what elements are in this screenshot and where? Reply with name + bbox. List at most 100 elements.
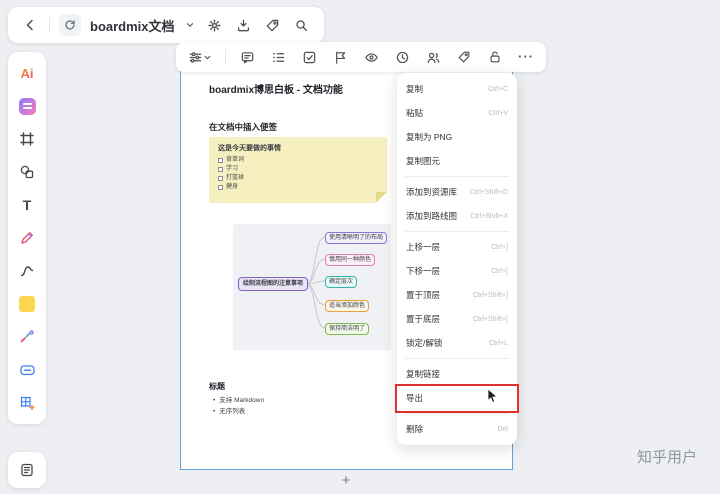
- text-tool[interactable]: T: [15, 193, 39, 217]
- pen-icon: [21, 232, 33, 244]
- tag-icon: [458, 51, 470, 63]
- task-item[interactable]: 背单词: [218, 156, 378, 165]
- header-bar: boardmix文档: [8, 7, 324, 43]
- menu-item-export[interactable]: 导出: [397, 386, 517, 410]
- ai-icon: Ai: [20, 65, 34, 81]
- pen-tool[interactable]: [15, 226, 39, 250]
- mindmap-branch-node[interactable]: 使用清晰明了的布局: [325, 232, 388, 244]
- notes-panel-button[interactable]: [8, 452, 46, 488]
- shapes-tool[interactable]: [15, 160, 39, 184]
- menu-divider: [405, 231, 509, 232]
- mindmap-image[interactable]: 绘制流程图的注意事项 使用清晰明了的布局 慎用同一种颜色 确定层次 适当添加颜色…: [233, 224, 391, 350]
- menu-item-add-to-library[interactable]: 添加到资源库 Ctrl+Shift+D: [397, 180, 517, 204]
- task-item[interactable]: 健身: [218, 183, 378, 192]
- comment-button[interactable]: [237, 47, 257, 67]
- bullet-list: 支持 Markdown 无序列表: [213, 395, 264, 417]
- menu-divider: [405, 358, 509, 359]
- task-item[interactable]: 打篮球: [218, 174, 378, 183]
- menu-item-copy-as-png[interactable]: 复制为 PNG: [397, 125, 517, 149]
- mind-map-icon: [20, 330, 34, 343]
- template-icon: [18, 97, 36, 115]
- ordered-list-button[interactable]: [268, 47, 288, 67]
- menu-item-add-to-roadmap[interactable]: 添加到路线图 Ctrl+Shift+X: [397, 204, 517, 228]
- flag-button[interactable]: [330, 47, 350, 67]
- menu-divider: [405, 413, 509, 414]
- add-block-button[interactable]: +: [338, 472, 354, 489]
- connector-tool[interactable]: [15, 259, 39, 283]
- menu-item-copy-element[interactable]: 复制图元: [397, 149, 517, 173]
- checkbox-icon[interactable]: [218, 176, 223, 181]
- sticky-note-title[interactable]: 这是今天要做的事情: [218, 143, 378, 153]
- divider: [225, 49, 226, 65]
- frame-icon: [20, 132, 34, 146]
- menu-item-delete[interactable]: 删除 Del: [397, 417, 517, 441]
- frame-tool[interactable]: [15, 127, 39, 151]
- watermark-zhihu-user: 知乎用户: [637, 449, 698, 466]
- checkbox-icon: [303, 51, 315, 63]
- tag-button[interactable]: [263, 15, 283, 35]
- chevron-down-icon: [204, 55, 211, 59]
- task-label: 健身: [226, 184, 239, 190]
- menu-item-move-down[interactable]: 下移一层 Ctrl+[: [397, 259, 517, 283]
- sticky-note[interactable]: 这是今天要做的事情 背单词 学习 打篮球 健身: [209, 137, 387, 203]
- notes-icon: [21, 463, 33, 477]
- bullet-item[interactable]: 支持 Markdown: [213, 395, 264, 406]
- tune-icon: [189, 51, 202, 63]
- eye-button[interactable]: [361, 47, 381, 67]
- lock-button[interactable]: [485, 47, 505, 67]
- history-button[interactable]: [392, 47, 412, 67]
- checkbox-icon[interactable]: [218, 185, 223, 190]
- menu-item-send-to-back[interactable]: 置于底层 Ctrl+Shift+[: [397, 307, 517, 331]
- menu-item-copy[interactable]: 复制 Ctrl+C: [397, 77, 517, 101]
- mind-map-tool[interactable]: [15, 325, 39, 349]
- more-button[interactable]: ···: [516, 47, 536, 67]
- menu-item-copy-link[interactable]: 复制链接: [397, 362, 517, 386]
- menu-item-bring-to-front[interactable]: 置于顶层 Ctrl+Shift+]: [397, 283, 517, 307]
- mindmap-branch-node[interactable]: 慎用同一种颜色: [325, 254, 376, 266]
- mindmap-branch-node[interactable]: 确定层次: [325, 276, 358, 288]
- checkbox-icon[interactable]: [218, 158, 223, 163]
- text-style-dropdown[interactable]: [186, 47, 214, 67]
- save-button[interactable]: [234, 15, 254, 35]
- clock-icon: [396, 51, 408, 63]
- people-icon: [427, 52, 439, 63]
- boardmix-logo-icon[interactable]: [59, 14, 81, 36]
- doc-title[interactable]: boardmix文档: [90, 16, 175, 35]
- tag-button-canvas[interactable]: [454, 47, 474, 67]
- menu-item-lock-unlock[interactable]: 锁定/解锁 Ctrl+L: [397, 331, 517, 355]
- mindmap-branch-node[interactable]: 适当添加颜色: [325, 300, 370, 312]
- section-heading-insert-note[interactable]: 在文档中插入便签: [209, 121, 277, 133]
- task-label: 学习: [226, 166, 239, 172]
- bullet-item[interactable]: 无序列表: [213, 406, 264, 417]
- ai-assistant-tool[interactable]: Ai: [15, 61, 39, 85]
- chevron-left-icon: [26, 19, 33, 31]
- download-icon: [237, 19, 250, 31]
- embed-tool[interactable]: [15, 358, 39, 382]
- section-heading-title[interactable]: 标题: [209, 381, 225, 392]
- tag-icon: [266, 19, 279, 31]
- mindmap-center-node[interactable]: 绘制流程图的注意事项: [238, 277, 309, 291]
- templates-tool[interactable]: [15, 94, 39, 118]
- shapes-icon: [20, 165, 34, 179]
- table-plus-icon: [20, 396, 35, 411]
- mindmap-branch-node[interactable]: 保持简洁明了: [325, 323, 370, 335]
- menu-divider: [405, 176, 509, 177]
- task-button[interactable]: [299, 47, 319, 67]
- list-icon: [272, 52, 284, 62]
- search-icon: [296, 19, 308, 31]
- ellipsis-icon: ···: [518, 49, 534, 64]
- checkbox-icon[interactable]: [218, 167, 223, 172]
- task-item[interactable]: 学习: [218, 165, 378, 174]
- collaborators-button[interactable]: [423, 47, 443, 67]
- menu-item-paste[interactable]: 粘贴 Ctrl+V: [397, 101, 517, 125]
- menu-item-move-up[interactable]: 上移一层 Ctrl+]: [397, 235, 517, 259]
- page-title[interactable]: boardmix博思白板 - 文档功能: [209, 81, 343, 96]
- sticky-note-tool[interactable]: [15, 292, 39, 316]
- unlock-icon: [490, 51, 500, 63]
- back-button[interactable]: [20, 15, 40, 35]
- table-tool[interactable]: [15, 391, 39, 415]
- settings-button[interactable]: [205, 15, 225, 35]
- search-button[interactable]: [292, 15, 312, 35]
- doc-title-dropdown[interactable]: [184, 15, 196, 35]
- link-icon: [19, 365, 35, 376]
